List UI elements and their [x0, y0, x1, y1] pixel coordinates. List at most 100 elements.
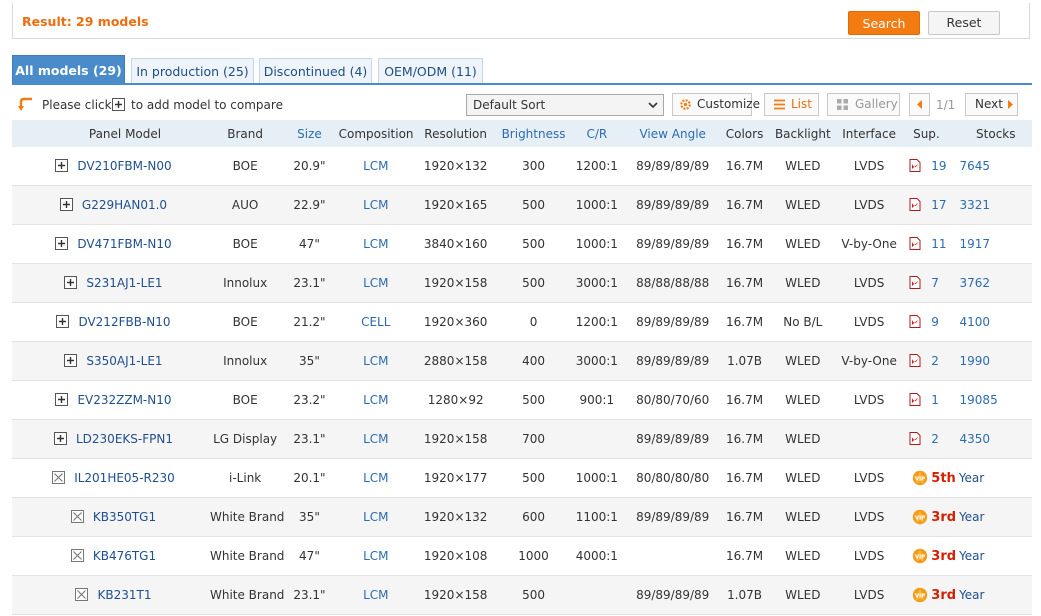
- cell-resolution: 1920×132: [412, 497, 499, 537]
- panel-model-link[interactable]: LD230EKS-FPN1: [76, 432, 173, 446]
- add-compare-icon[interactable]: [53, 432, 67, 445]
- svg-text:VIP: VIP: [915, 555, 925, 561]
- cell-backlight: WLED: [768, 224, 837, 264]
- table-row[interactable]: S231AJ1-LE1 Innolux 23.1" LCM 1920×158 500 300…: [12, 263, 1032, 303]
- sort-select[interactable]: Default Sort: [466, 94, 664, 116]
- add-compare-icon[interactable]: [64, 276, 78, 289]
- cell-size: 35": [280, 341, 339, 381]
- pdf-datasheet-icon[interactable]: [909, 354, 921, 367]
- vip-years-label: Year: [959, 549, 985, 563]
- column-header-view-angle[interactable]: View Angle: [624, 120, 721, 147]
- stock-count-link[interactable]: 1917: [960, 237, 991, 251]
- supplier-count-link[interactable]: 11: [931, 237, 946, 251]
- stock-count-link[interactable]: 19085: [960, 393, 998, 407]
- table-row[interactable]: KB350TG1 White Brand 35" LCM 1920×132 600 1100…: [12, 497, 1032, 537]
- column-header-brightness[interactable]: Brightness: [498, 120, 569, 147]
- tab-all-models[interactable]: All models (29): [12, 55, 125, 84]
- table-row[interactable]: G229HAN01.0 AUO 22.9" LCM 1920×165 500 1000:1 8…: [12, 185, 1032, 225]
- stock-count-link[interactable]: 4100: [960, 315, 991, 329]
- gallery-view-label: Gallery: [855, 97, 898, 111]
- cell-brand: White Brand: [209, 536, 284, 576]
- compare-disabled-icon[interactable]: [52, 471, 66, 484]
- add-compare-icon[interactable]: [55, 237, 69, 250]
- compare-disabled-icon[interactable]: [75, 588, 89, 601]
- stock-count-link[interactable]: 4350: [960, 432, 991, 446]
- panel-model-link[interactable]: DV212FBB-N10: [78, 315, 170, 329]
- tab-discontinued[interactable]: Discontinued (4): [259, 58, 372, 84]
- vip-years-value: 3rd: [931, 588, 957, 603]
- compare-disabled-icon[interactable]: [70, 510, 84, 523]
- add-compare-icon[interactable]: [59, 198, 73, 211]
- cell-view-angle: 80/80/70/60: [624, 380, 721, 420]
- table-row[interactable]: KB231T1 White Brand 23.1" LCM 1920×158 500 89/…: [12, 575, 1032, 615]
- table-row[interactable]: DV210FBM-N00 BOE 20.9" LCM 1920×132 300 1200:1…: [12, 147, 1032, 186]
- search-button[interactable]: Search: [848, 11, 920, 35]
- column-header-size[interactable]: Size: [280, 120, 339, 147]
- pdf-datasheet-icon[interactable]: [909, 276, 921, 289]
- table-row[interactable]: LD230EKS-FPN1 LG Display 23.1" LCM 1920×158 7…: [12, 419, 1032, 459]
- panel-model-link[interactable]: DV471FBM-N10: [77, 237, 171, 251]
- cell-size: 47": [280, 224, 339, 264]
- stock-count-link[interactable]: 3321: [960, 198, 991, 212]
- panel-model-link[interactable]: KB350TG1: [93, 510, 156, 524]
- table-row[interactable]: DV212FBB-N10 BOE 21.2" CELL 1920×360 0 1200:1 8…: [12, 302, 1032, 342]
- panel-model-link[interactable]: S350AJ1-LE1: [86, 354, 162, 368]
- stock-count-link[interactable]: 7645: [960, 159, 991, 173]
- table-row[interactable]: DV471FBM-N10 BOE 47" LCM 3840×160 500 1000:1 89…: [12, 224, 1032, 264]
- add-compare-icon[interactable]: [56, 315, 70, 328]
- reset-button[interactable]: Reset: [928, 11, 1000, 35]
- add-compare-icon[interactable]: [55, 159, 69, 172]
- customize-button[interactable]: Customize: [672, 93, 760, 116]
- stock-count-link[interactable]: 1990: [960, 354, 991, 368]
- panel-model-link[interactable]: KB476TG1: [93, 549, 156, 563]
- pdf-datasheet-icon[interactable]: [909, 393, 921, 406]
- table-row[interactable]: IL201HE05-R230 i-Link 20.1" LCM 1920×177 500 1…: [12, 458, 1032, 498]
- pdf-datasheet-icon[interactable]: [909, 159, 921, 172]
- pdf-datasheet-icon[interactable]: [909, 237, 921, 250]
- compare-disabled-icon[interactable]: [70, 549, 84, 562]
- panel-model-link[interactable]: DV210FBM-N00: [77, 159, 171, 173]
- result-panel: Result: 29 models Search Reset: [12, 3, 1030, 39]
- supplier-count-link[interactable]: 2: [931, 432, 939, 446]
- compare-hint-text: Please click: [42, 98, 112, 112]
- table-row[interactable]: KB476TG1 White Brand 47" LCM 1920×108 1000 400…: [12, 536, 1032, 576]
- stock-count-link[interactable]: 3762: [960, 276, 991, 290]
- table-row[interactable]: EV232ZZM-N10 BOE 23.2" LCM 1280×92 500 900:1 80…: [12, 380, 1032, 420]
- panel-model-link[interactable]: EV232ZZM-N10: [77, 393, 171, 407]
- cell-contrast-ratio: 3000:1: [568, 341, 625, 381]
- add-compare-icon[interactable]: [55, 393, 69, 406]
- table-row[interactable]: S350AJ1-LE1 Innolux 35" LCM 2880×158 400 3000:…: [12, 341, 1032, 381]
- supplier-count-link[interactable]: 19: [931, 159, 946, 173]
- supplier-count-link[interactable]: 1: [931, 393, 939, 407]
- list-view-button[interactable]: List: [764, 93, 819, 116]
- panel-model-table: Panel Model Brand Size Composition Resol…: [12, 120, 1032, 615]
- pdf-datasheet-icon[interactable]: [909, 432, 921, 445]
- panel-model-link[interactable]: KB231T1: [97, 588, 151, 602]
- prev-page-button[interactable]: [909, 93, 930, 116]
- gallery-view-button[interactable]: Gallery: [827, 93, 900, 116]
- cell-backlight: WLED: [768, 419, 837, 459]
- tab-divider: [12, 83, 1032, 85]
- cell-backlight: WLED: [768, 341, 837, 381]
- pdf-datasheet-icon[interactable]: [909, 198, 921, 211]
- pdf-datasheet-icon[interactable]: [909, 315, 921, 328]
- panel-model-link[interactable]: IL201HE05-R230: [74, 471, 175, 485]
- cell-contrast-ratio: 1000:1: [568, 185, 625, 225]
- tab-oem-odm[interactable]: OEM/ODM (11): [378, 58, 483, 84]
- supplier-count-link[interactable]: 17: [931, 198, 946, 212]
- cell-panel-model: DV210FBM-N00: [12, 147, 210, 186]
- next-page-button[interactable]: Next: [965, 93, 1018, 116]
- column-header-suppliers: Sup.: [901, 120, 952, 147]
- cell-view-angle: 88/88/88/88: [624, 263, 721, 303]
- cell-composition: LCM: [338, 458, 413, 498]
- cell-contrast-ratio: [568, 419, 625, 459]
- supplier-count-link[interactable]: 7: [931, 276, 939, 290]
- column-header-contrast-ratio[interactable]: C/R: [568, 120, 625, 147]
- panel-model-link[interactable]: S231AJ1-LE1: [86, 276, 162, 290]
- supplier-count-link[interactable]: 9: [931, 315, 939, 329]
- supplier-count-link[interactable]: 2: [931, 354, 939, 368]
- cell-view-angle: 89/89/89/89: [624, 185, 721, 225]
- add-compare-icon[interactable]: [64, 354, 78, 367]
- panel-model-link[interactable]: G229HAN01.0: [82, 198, 167, 212]
- tab-in-production[interactable]: In production (25): [131, 58, 254, 84]
